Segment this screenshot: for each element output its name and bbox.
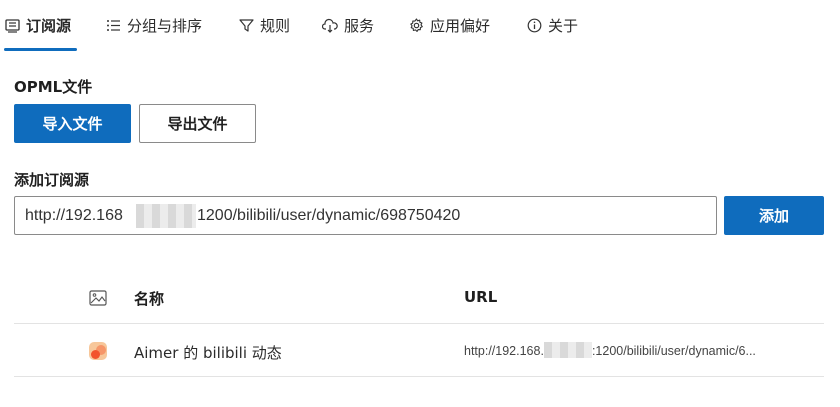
export-file-button[interactable]: 导出文件 [139,104,256,143]
url-value-prefix: http://192.168 [25,207,123,224]
tab-label: 规则 [260,16,291,35]
info-icon [526,17,542,33]
column-header-url[interactable]: URL [464,288,497,306]
feed-url-prefix: http://192.168. [464,344,544,358]
feed-url-suffix: :1200/bilibili/user/dynamic/6... [591,344,756,358]
tab-label: 服务 [344,16,375,35]
settings-tab-bar: 订阅源 分组与排序 规则 服务 应用偏好 关于 [0,0,840,51]
add-source-heading: 添加订阅源 [14,171,90,189]
redacted-ip-segment [543,342,592,358]
tab-label: 应用偏好 [430,16,491,35]
active-tab-indicator [4,48,77,51]
feeds-table-header: 名称 URL [14,273,824,324]
tab-about[interactable]: 关于 [526,0,578,50]
feed-name: Aimer 的 bilibili 动态 [134,344,282,362]
gear-icon [408,17,424,33]
cloud-sync-icon [322,17,338,33]
image-icon [89,290,107,310]
add-source-button[interactable]: 添加 [724,196,824,235]
table-row[interactable]: Aimer 的 bilibili 动态 http://192.168. :1200… [14,325,824,377]
column-header-name[interactable]: 名称 [134,288,164,309]
tab-label: 订阅源 [26,16,72,35]
bullet-list-icon [105,17,121,33]
url-value-suffix: 1200/bilibili/user/dynamic/698750420 [197,207,461,224]
tab-feeds[interactable]: 订阅源 [4,0,71,50]
tab-services[interactable]: 服务 [322,0,374,50]
feed-url: http://192.168. :1200/bilibili/user/dynam… [464,342,756,358]
feed-favicon-icon [89,342,107,360]
import-file-button[interactable]: 导入文件 [14,104,131,143]
tab-app-preferences[interactable]: 应用偏好 [408,0,490,50]
opml-heading: OPML文件 [14,78,93,96]
tab-groups-sort[interactable]: 分组与排序 [105,0,202,50]
tab-rules[interactable]: 规则 [238,0,290,50]
source-url-input[interactable]: http://192.168 1200/bilibili/user/dynami… [14,196,717,235]
redacted-ip-segment [136,204,196,228]
feed-list-icon [4,17,20,33]
filter-icon [238,17,254,33]
tab-label: 关于 [548,16,579,35]
tab-label: 分组与排序 [127,16,203,35]
